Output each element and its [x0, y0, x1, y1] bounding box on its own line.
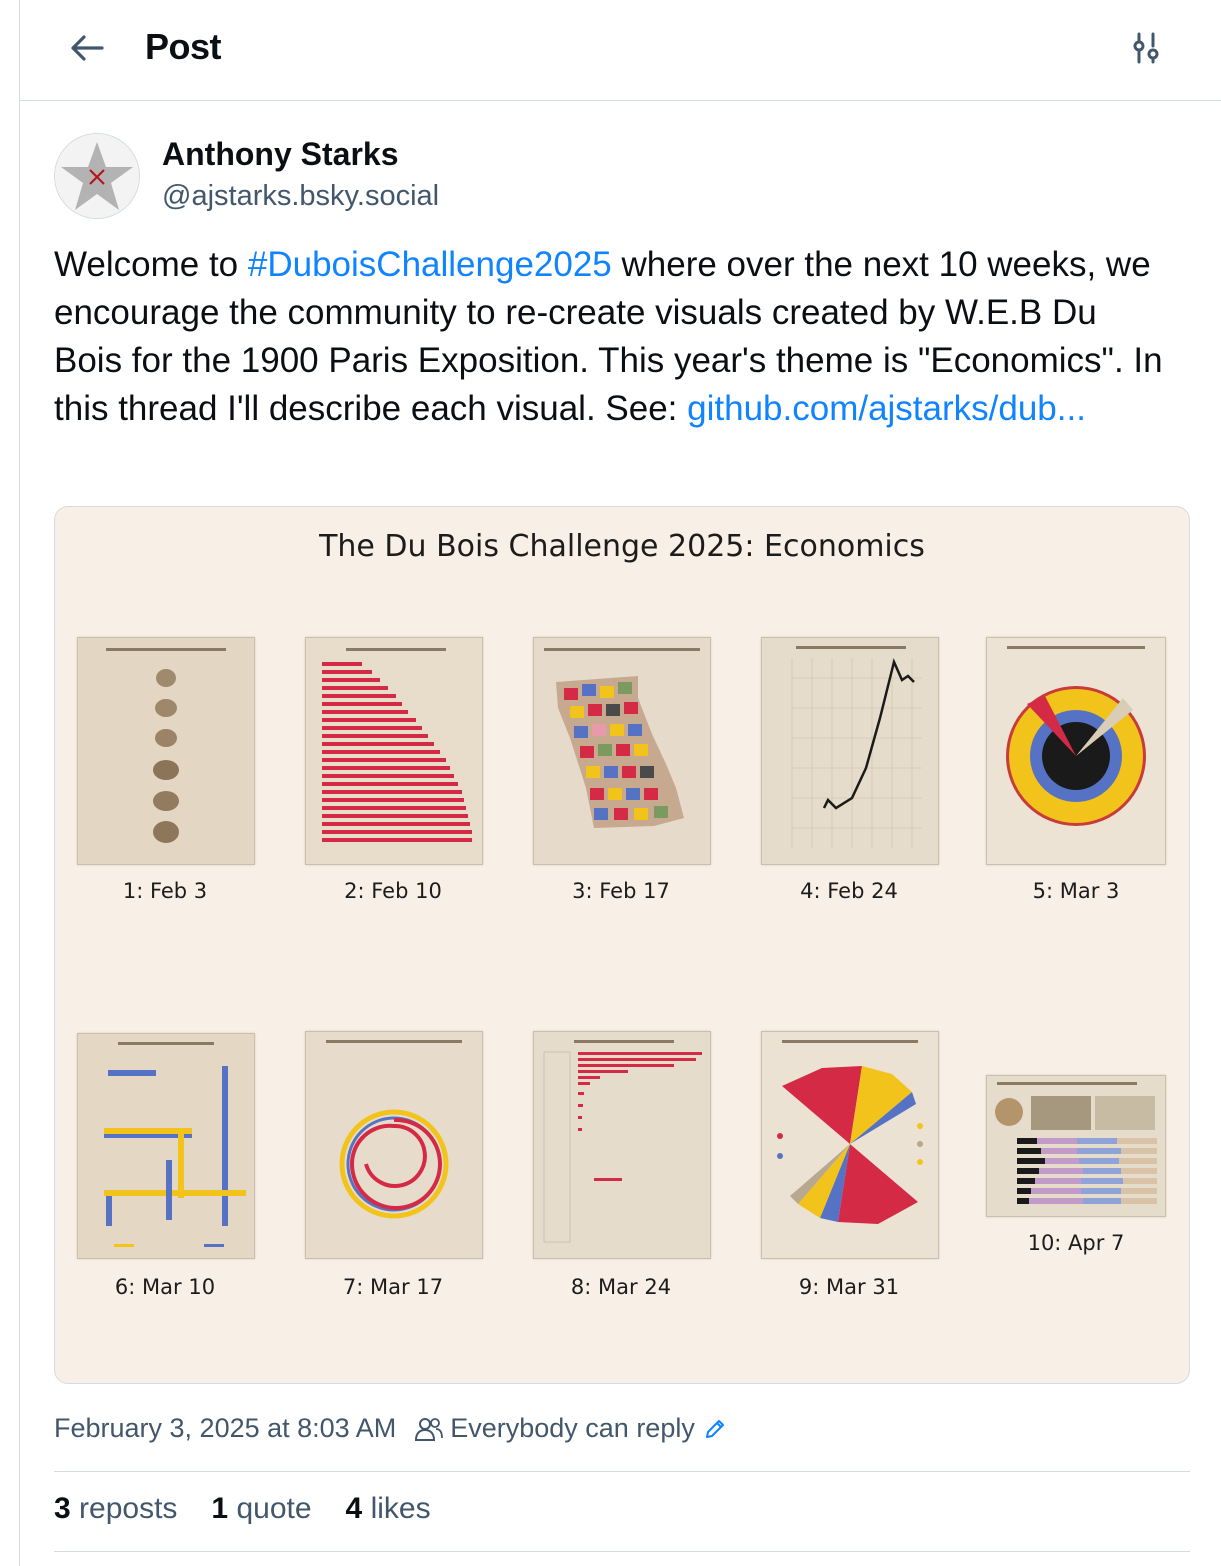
- caption-4: 4: Feb 24: [800, 879, 898, 903]
- post-meta: February 3, 2025 at 8:03 AM Everybody ca…: [54, 1413, 727, 1444]
- pencil-icon[interactable]: [703, 1417, 727, 1441]
- post-thread-panel: Post Anthony Starks @ajstarks.bsky.socia…: [19, 0, 1221, 1566]
- post-text-intro: Welcome to: [54, 245, 248, 284]
- thread-settings-button[interactable]: [1128, 30, 1164, 66]
- thumbnail-1[interactable]: [77, 637, 255, 865]
- engagement-stats: 3 reposts 1 quote 4 likes: [54, 1492, 431, 1526]
- image-embed[interactable]: The Du Bois Challenge 2025: Economics 1:…: [54, 506, 1190, 1384]
- likes-stat[interactable]: 4 likes: [346, 1492, 431, 1526]
- likes-label: likes: [370, 1492, 431, 1525]
- header: Post: [20, 0, 1221, 101]
- quotes-label: quote: [236, 1492, 312, 1525]
- reply-setting[interactable]: Everybody can reply: [450, 1413, 695, 1444]
- author-handle[interactable]: @ajstarks.bsky.social: [162, 180, 439, 213]
- caption-1: 1: Feb 3: [122, 879, 208, 903]
- thumbnail-5[interactable]: [986, 637, 1166, 865]
- caption-8: 8: Mar 24: [570, 1275, 672, 1299]
- caption-2: 2: Feb 10: [344, 879, 442, 903]
- arrow-left-icon: [71, 35, 104, 61]
- sliders-icon: [1133, 32, 1159, 64]
- star-avatar-icon: [55, 134, 139, 218]
- reposts-label: reposts: [79, 1492, 178, 1525]
- people-icon: [415, 1417, 444, 1441]
- likes-count: 4: [345, 1492, 363, 1525]
- thumbnail-3[interactable]: [533, 637, 711, 865]
- reposts-count: 3: [54, 1492, 71, 1525]
- embed-title: The Du Bois Challenge 2025: Economics: [319, 529, 925, 564]
- post-text: Welcome to #DuboisChallenge2025 where ov…: [54, 241, 1174, 433]
- page-title: Post: [145, 26, 222, 67]
- caption-10: 10: Apr 7: [1027, 1231, 1125, 1255]
- caption-9: 9: Mar 31: [798, 1275, 900, 1299]
- quotes-stat[interactable]: 1 quote: [211, 1492, 311, 1526]
- timestamp[interactable]: February 3, 2025 at 8:03 AM: [54, 1413, 396, 1444]
- github-link[interactable]: github.com/ajstarks/dub...: [687, 389, 1086, 428]
- author-name[interactable]: Anthony Starks: [162, 136, 398, 173]
- caption-5: 5: Mar 3: [1032, 879, 1120, 903]
- avatar[interactable]: [54, 133, 140, 219]
- divider: [54, 1471, 1190, 1472]
- caption-6: 6: Mar 10: [114, 1275, 216, 1299]
- thumbnail-10[interactable]: [986, 1075, 1166, 1217]
- thumbnail-6[interactable]: [77, 1033, 255, 1259]
- hashtag-link[interactable]: #DuboisChallenge2025: [248, 245, 612, 284]
- thumbnail-4[interactable]: [761, 637, 939, 865]
- back-button[interactable]: [68, 28, 108, 68]
- thumbnail-8[interactable]: [533, 1031, 711, 1259]
- caption-3: 3: Feb 17: [572, 879, 670, 903]
- caption-7: 7: Mar 17: [342, 1275, 444, 1299]
- quotes-count: 1: [211, 1492, 229, 1525]
- thumbnail-2[interactable]: [305, 637, 483, 865]
- thumbnail-9[interactable]: [761, 1031, 939, 1259]
- reposts-stat[interactable]: 3 reposts: [54, 1492, 177, 1526]
- thumbnail-7[interactable]: [305, 1031, 483, 1259]
- divider: [54, 1551, 1190, 1552]
